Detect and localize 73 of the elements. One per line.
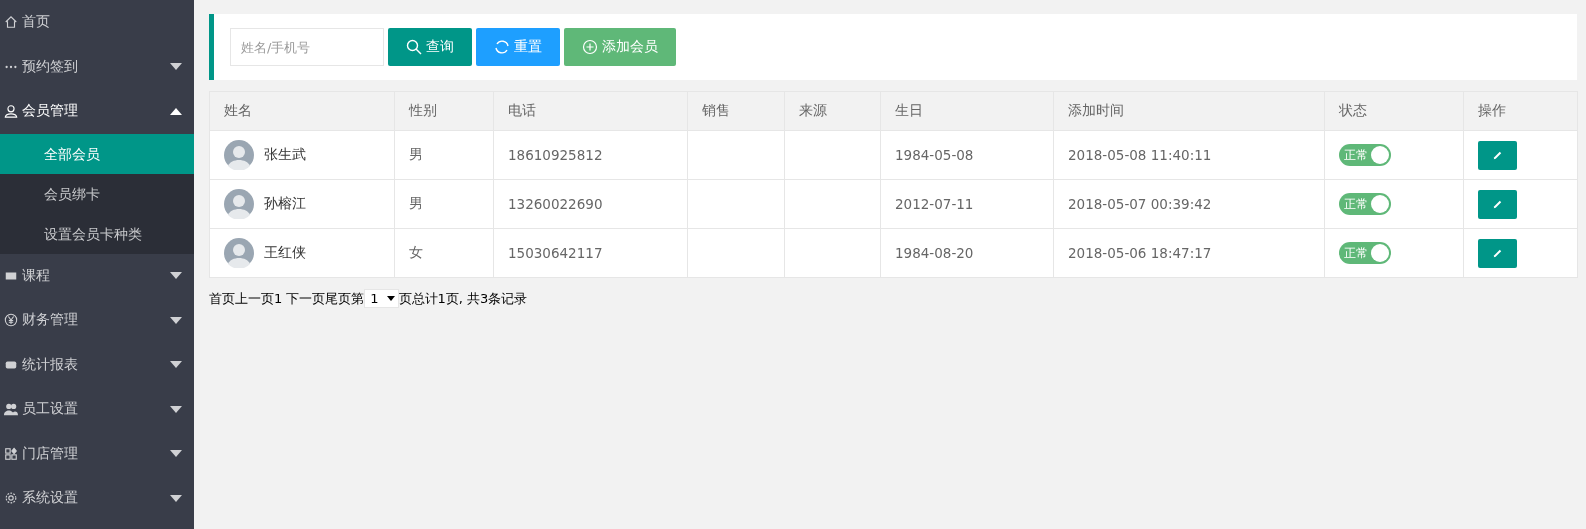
member-name: 王红侠 <box>264 244 306 262</box>
member-name: 孙榕江 <box>264 195 306 213</box>
edit-button[interactable] <box>1478 140 1517 170</box>
avatar <box>224 238 254 268</box>
sidebar-item[interactable]: 会员管理 <box>0 89 194 134</box>
edit-button[interactable] <box>1478 238 1517 268</box>
table-cell: 1984-05-08 <box>880 130 1054 180</box>
search-field[interactable]: 姓名/手机号 <box>230 28 384 66</box>
column-header: 来源 <box>784 91 881 131</box>
caret-icon <box>170 450 182 458</box>
table-cell: 15030642117 <box>493 228 688 278</box>
yen-icon <box>4 313 18 328</box>
pager-link[interactable]: 下一页 <box>286 289 326 308</box>
toolbar-button[interactable]: 查询 <box>388 28 472 66</box>
caret-icon <box>170 316 182 324</box>
pager-link[interactable]: 尾页 <box>325 289 352 308</box>
refresh-icon <box>494 39 510 55</box>
pager-link[interactable]: 上一页 <box>235 289 274 308</box>
sidebar-item[interactable]: 门店管理 <box>0 431 194 476</box>
avatar <box>224 140 254 170</box>
page-select[interactable]: 1 <box>364 289 399 308</box>
pager-link[interactable]: 1 <box>274 291 283 306</box>
column-header: 操作 <box>1463 91 1578 131</box>
avatar <box>224 189 254 219</box>
sidebar-subitem[interactable]: 会员绑卡 <box>0 173 194 214</box>
sidebar-subitem[interactable]: 设置会员卡种类 <box>0 213 194 254</box>
gear-icon <box>4 491 18 506</box>
column-header: 销售 <box>687 91 785 131</box>
table-cell: 2018-05-07 00:39:42 <box>1053 179 1325 229</box>
apps-icon <box>4 446 18 461</box>
user-icon <box>4 104 18 119</box>
pager-text: 第 <box>351 289 365 308</box>
column-header: 电话 <box>493 91 688 131</box>
caret-icon <box>386 296 395 301</box>
sidebar-item[interactable]: 财务管理 <box>0 298 194 343</box>
column-header: 生日 <box>880 91 1054 131</box>
sidebar-subitem[interactable]: 全部会员 <box>0 133 194 174</box>
pager-summary: 页总计1页, 共3条记录 <box>398 289 528 308</box>
sidebar-item[interactable]: 系统设置 <box>0 476 194 521</box>
search-icon <box>406 39 422 55</box>
caret-icon <box>170 272 182 280</box>
column-header: 姓名 <box>209 91 395 131</box>
pager-link[interactable]: 首页 <box>209 289 235 308</box>
sidebar-item[interactable]: 课程 <box>0 253 194 298</box>
caret-icon <box>170 494 182 502</box>
sidebar-item[interactable]: 员工设置 <box>0 387 194 432</box>
table-cell: 2012-07-11 <box>880 179 1054 229</box>
table-cell: 1984-08-20 <box>880 228 1054 278</box>
table-cell: 2018-05-06 18:47:17 <box>1053 228 1325 278</box>
sidebar-item[interactable]: 首页 <box>0 0 194 45</box>
home-icon <box>4 15 18 30</box>
table-cell: 2018-05-08 11:40:11 <box>1053 130 1325 180</box>
column-header: 性别 <box>394 91 494 131</box>
column-header: 状态 <box>1324 91 1464 131</box>
table-cell: 男 <box>394 179 494 229</box>
pencil-icon <box>1492 247 1503 259</box>
caret-icon <box>170 63 182 71</box>
pencil-icon <box>1492 149 1503 161</box>
people-icon <box>4 402 18 417</box>
edit-button[interactable] <box>1478 189 1517 219</box>
table-cell: 男 <box>394 130 494 180</box>
sidebar-item[interactable]: 统计报表 <box>0 342 194 387</box>
plus-circle-icon <box>582 39 598 55</box>
pencil-icon <box>1492 198 1503 210</box>
table-cell: 18610925812 <box>493 130 688 180</box>
table-cell: 13260022690 <box>493 179 688 229</box>
caret-icon <box>170 107 182 115</box>
caret-icon <box>170 361 182 369</box>
table-cell: 女 <box>394 228 494 278</box>
caret-icon <box>170 405 182 413</box>
sidebar-item[interactable]: 预约签到 <box>0 44 194 89</box>
member-name: 张生武 <box>264 146 306 164</box>
column-header: 添加时间 <box>1053 91 1325 131</box>
